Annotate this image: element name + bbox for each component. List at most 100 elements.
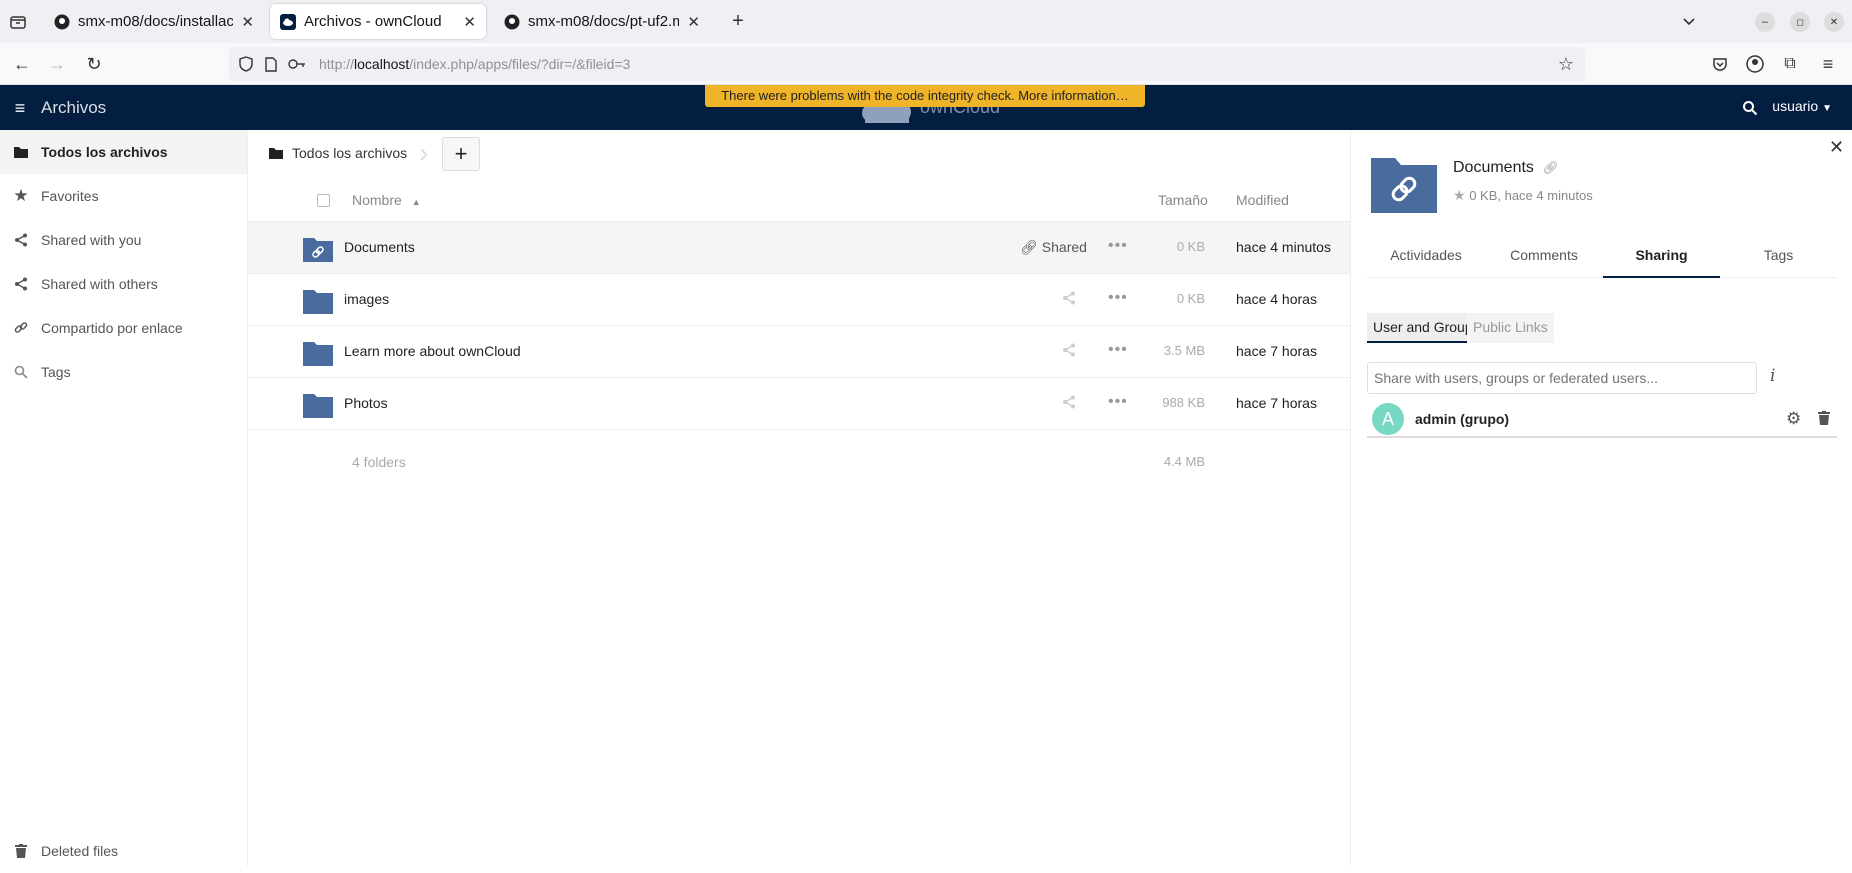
sharee-name: admin (grupo) xyxy=(1415,411,1510,427)
browser-tab[interactable]: smx-m08/docs/pt-uf2.md ✕ xyxy=(494,4,710,39)
share-icon[interactable] xyxy=(1062,343,1076,360)
table-row[interactable]: Learn more about ownCloud ••• 3.5 MB hac… xyxy=(248,326,1350,378)
close-tab-icon[interactable]: ✕ xyxy=(463,13,476,31)
shield-icon[interactable] xyxy=(238,56,254,72)
bookmark-star-icon[interactable]: ☆ xyxy=(1557,54,1575,74)
breadcrumb-label: Todos los archivos xyxy=(292,145,408,161)
url-bar[interactable]: http://localhost/index.php/apps/files/?d… xyxy=(229,47,1585,81)
caret-down-icon: ▼ xyxy=(1822,103,1832,114)
share-icon xyxy=(11,277,31,291)
add-button[interactable]: + xyxy=(442,137,480,171)
nav-item-deleted-files[interactable]: Deleted files xyxy=(0,829,247,873)
table-row[interactable]: Documents 🔗︎ Shared ••• 0 KB hace 4 minut… xyxy=(248,222,1350,274)
more-actions-icon[interactable]: ••• xyxy=(1108,393,1128,411)
browser-nav-bar: ← → ↻ http://localhost/index.php/apps/fi… xyxy=(0,43,1852,85)
column-modified[interactable]: Modified xyxy=(1236,192,1289,208)
search-icon xyxy=(11,365,31,379)
nav-item-shared-by-link[interactable]: Compartido por enlace xyxy=(0,306,247,350)
details-meta: ★ 0 KB, hace 4 minutos xyxy=(1453,187,1593,204)
info-icon[interactable]: i xyxy=(1770,366,1775,386)
file-name[interactable]: Learn more about ownCloud xyxy=(344,343,521,359)
nav-item-shared-with-you[interactable]: Shared with you xyxy=(0,218,247,262)
tab-tags[interactable]: Tags xyxy=(1720,242,1837,278)
subtab-public-links[interactable]: Public Links xyxy=(1467,313,1554,343)
trash-icon[interactable] xyxy=(1818,411,1830,430)
column-size[interactable]: Tamaño xyxy=(1158,192,1208,208)
minimize-icon[interactable]: – xyxy=(1755,12,1775,32)
shared-folder-icon xyxy=(1371,155,1437,218)
details-tabs: Actividades Comments Sharing Tags xyxy=(1367,242,1837,278)
file-name[interactable]: Photos xyxy=(344,395,388,411)
gear-icon[interactable]: ⚙ xyxy=(1786,409,1801,429)
account-icon[interactable] xyxy=(1745,54,1765,74)
github-icon xyxy=(504,14,520,30)
forward-icon[interactable]: → xyxy=(47,54,67,74)
shared-folder-icon xyxy=(303,236,333,265)
link-icon: 🔗︎ xyxy=(1020,239,1038,255)
tab-comments[interactable]: Comments xyxy=(1485,242,1603,278)
file-size: 3.5 MB xyxy=(1163,343,1205,358)
link-icon[interactable]: 🔗︎ xyxy=(1542,160,1559,175)
details-sidebar: Documents 🔗︎ ★ 0 KB, hace 4 minutos Acti… xyxy=(1350,130,1852,866)
maximize-icon[interactable]: ◻ xyxy=(1790,12,1810,32)
file-name[interactable]: Documents xyxy=(344,239,415,255)
select-all-checkbox[interactable] xyxy=(317,194,330,207)
share-icon[interactable] xyxy=(1062,395,1076,412)
file-name[interactable]: images xyxy=(344,291,389,307)
folder-icon xyxy=(303,288,333,317)
extensions-icon[interactable]: ⧉ xyxy=(1780,54,1800,74)
more-actions-icon[interactable]: ••• xyxy=(1108,341,1128,359)
shared-indicator[interactable]: 🔗︎ Shared xyxy=(1020,239,1087,256)
folder-icon xyxy=(268,146,284,160)
search-icon[interactable] xyxy=(1740,98,1760,118)
tab-list-icon[interactable] xyxy=(8,12,28,32)
github-icon xyxy=(54,14,70,30)
hamburger-menu-icon[interactable]: ≡ xyxy=(10,98,30,118)
nav-item-favorites[interactable]: ★ Favorites xyxy=(0,174,247,218)
nav-item-shared-with-others[interactable]: Shared with others xyxy=(0,262,247,306)
user-name: usuario xyxy=(1772,98,1819,114)
column-name[interactable]: Nombre ▲ xyxy=(352,192,421,208)
file-modified: hace 4 minutos xyxy=(1236,239,1331,255)
browser-tab[interactable]: smx-m08/docs/installacio ✕ xyxy=(44,4,264,39)
share-icon xyxy=(11,233,31,247)
nav-item-all-files[interactable]: Todos los archivos xyxy=(0,130,247,174)
browser-tab-bar: smx-m08/docs/installacio ✕ Archivos - ow… xyxy=(0,0,1852,43)
chevron-down-icon[interactable] xyxy=(1678,10,1700,32)
tab-sharing[interactable]: Sharing xyxy=(1603,242,1720,278)
shared-label: Shared xyxy=(1041,239,1087,255)
breadcrumb[interactable]: Todos los archivos › xyxy=(268,139,429,167)
back-icon[interactable]: ← xyxy=(12,54,32,74)
file-modified: hace 7 horas xyxy=(1236,395,1317,411)
url-text: http://localhost/index.php/apps/files/?d… xyxy=(319,56,631,72)
folder-icon xyxy=(303,340,333,369)
share-input[interactable] xyxy=(1367,362,1757,394)
star-icon: ★ xyxy=(13,186,29,205)
integrity-warning[interactable]: There were problems with the code integr… xyxy=(705,85,1145,107)
close-window-icon[interactable]: ✕ xyxy=(1824,12,1844,32)
nav-label: Deleted files xyxy=(41,843,119,859)
browser-tab-active[interactable]: Archivos - ownCloud ✕ xyxy=(270,4,486,39)
menu-icon[interactable]: ≡ xyxy=(1818,54,1838,74)
close-tab-icon[interactable]: ✕ xyxy=(241,13,254,31)
tab-activities[interactable]: Actividades xyxy=(1367,242,1485,278)
table-row[interactable]: images ••• 0 KB hace 4 horas xyxy=(248,274,1350,326)
user-menu[interactable]: usuario ▼ xyxy=(1772,98,1832,114)
table-row[interactable]: Photos ••• 988 KB hace 7 horas xyxy=(248,378,1350,430)
close-tab-icon[interactable]: ✕ xyxy=(687,13,700,31)
more-actions-icon[interactable]: ••• xyxy=(1108,289,1128,307)
pocket-icon[interactable] xyxy=(1710,54,1730,74)
page-icon[interactable] xyxy=(263,56,279,72)
owncloud-icon xyxy=(280,13,296,30)
more-actions-icon[interactable]: ••• xyxy=(1108,237,1128,255)
app-navigation: Todos los archivos ★ Favorites Shared wi… xyxy=(0,130,248,866)
details-title-text: Documents xyxy=(1453,159,1534,176)
reload-icon[interactable]: ↻ xyxy=(84,54,104,74)
nav-item-tags[interactable]: Tags xyxy=(0,350,247,394)
app-name[interactable]: Archivos xyxy=(41,98,106,118)
star-icon[interactable]: ★ xyxy=(1453,187,1466,203)
key-icon[interactable] xyxy=(288,56,306,72)
new-tab-icon[interactable]: + xyxy=(727,10,749,32)
share-icon[interactable] xyxy=(1062,291,1076,308)
close-sidebar-icon[interactable]: ✕ xyxy=(1829,137,1844,158)
